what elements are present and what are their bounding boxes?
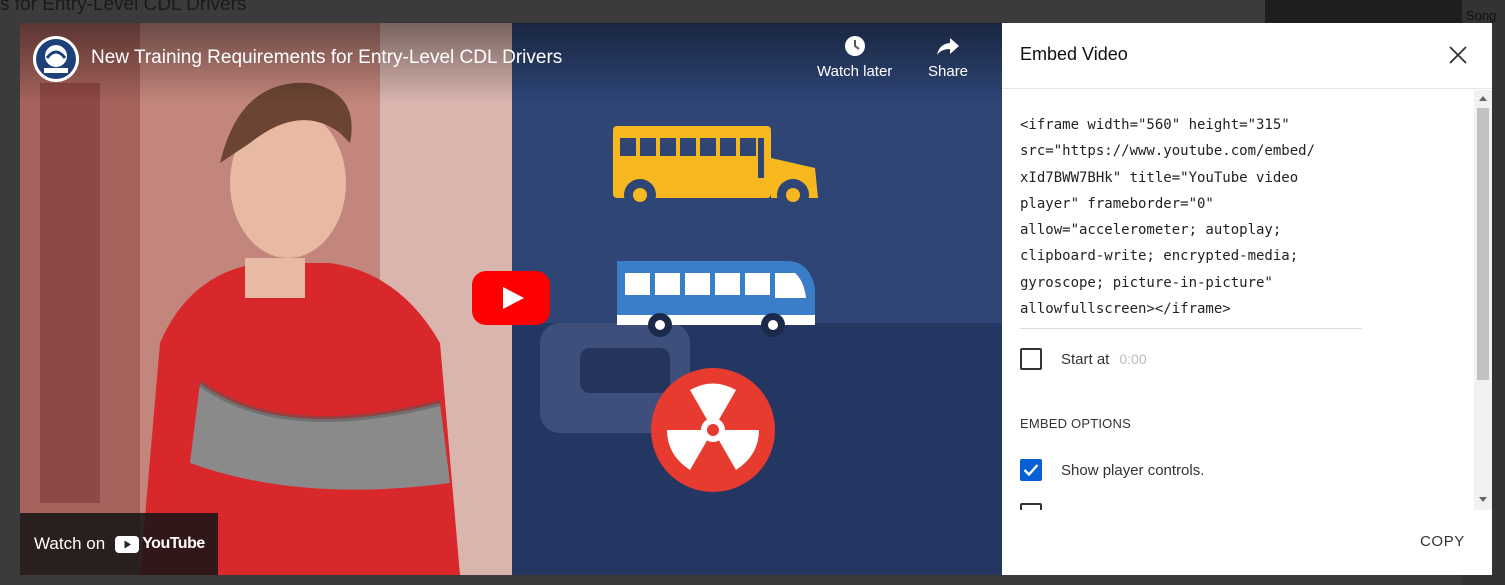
watch-later-label: Watch later <box>817 63 893 80</box>
clock-icon <box>817 35 892 63</box>
start-at-label: Start at <box>1061 350 1110 368</box>
checkmark-icon <box>1023 464 1039 477</box>
show-controls-checkbox[interactable] <box>1020 459 1042 481</box>
share-button[interactable]: Share <box>928 35 968 80</box>
close-icon <box>1449 46 1467 64</box>
video-player[interactable]: New Training Requirements for Entry-Leve… <box>20 23 1002 575</box>
watch-on-youtube-button[interactable]: Watch on YouTube <box>20 513 218 575</box>
youtube-play-icon <box>115 535 140 553</box>
scroll-thumb[interactable] <box>1477 108 1489 380</box>
embed-code-line: player" frameborder="0" <box>1020 195 1214 212</box>
start-at-time-input[interactable]: 0:00 <box>1119 351 1146 367</box>
next-option-row <box>1020 503 1042 510</box>
watch-later-button[interactable]: Watch later <box>817 35 892 80</box>
embed-code-line: src="https://www.youtube.com/embed/ <box>1020 143 1316 160</box>
play-button[interactable] <box>472 271 550 325</box>
embed-panel-body: <iframe width="560" height="315" src="htt… <box>1002 90 1474 510</box>
embed-panel-header: Embed Video <box>1002 23 1492 89</box>
embed-code-line: <iframe width="560" height="315" <box>1020 117 1290 133</box>
scroll-down-arrow-icon[interactable] <box>1479 497 1487 502</box>
share-label: Share <box>928 63 969 80</box>
show-controls-label: Show player controls. <box>1061 461 1205 479</box>
start-at-row: Start at 0:00 <box>1020 348 1147 370</box>
share-arrow-icon <box>928 35 968 63</box>
fmcsa-logo-icon <box>36 39 76 79</box>
embed-code-textarea[interactable]: <iframe width="560" height="315" src="htt… <box>1020 112 1362 322</box>
embed-panel-scrollbar[interactable] <box>1474 90 1492 510</box>
copy-button[interactable]: COPY <box>1420 533 1465 550</box>
embed-code-line: gyroscope; picture-in-picture" <box>1020 274 1273 291</box>
embed-options-heading: EMBED OPTIONS <box>1020 416 1131 431</box>
youtube-logo: YouTube <box>115 535 205 553</box>
embed-code-line: allowfullscreen></iframe> <box>1020 301 1231 318</box>
embed-code-line: allow="accelerometer; autoplay; <box>1020 222 1282 239</box>
scroll-up-arrow-icon[interactable] <box>1479 96 1487 101</box>
embed-code-underline <box>1020 328 1362 329</box>
watch-on-label: Watch on <box>34 534 106 553</box>
embed-panel-title: Embed Video <box>1020 44 1128 64</box>
embed-code-line: clipboard-write; encrypted-media; <box>1020 248 1299 265</box>
embed-code-line: xId7BWW7BHk" title="YouTube video <box>1020 169 1299 186</box>
start-at-checkbox[interactable] <box>1020 348 1042 370</box>
next-option-checkbox[interactable] <box>1020 503 1042 510</box>
youtube-wordmark: YouTube <box>142 535 205 552</box>
play-icon <box>472 271 550 325</box>
close-button[interactable] <box>1446 43 1470 67</box>
background-song-label: Song <box>1466 8 1497 23</box>
show-controls-row: Show player controls. <box>1020 459 1204 481</box>
embed-dialog: New Training Requirements for Entry-Leve… <box>20 23 1492 575</box>
background-video-title: s for Entry-Level CDL Drivers <box>0 0 247 15</box>
embed-panel: Embed Video <iframe width="560" height="… <box>1002 23 1492 575</box>
channel-logo[interactable] <box>33 36 79 82</box>
background-thumbnail <box>1265 0 1462 24</box>
video-title[interactable]: New Training Requirements for Entry-Leve… <box>91 47 562 69</box>
